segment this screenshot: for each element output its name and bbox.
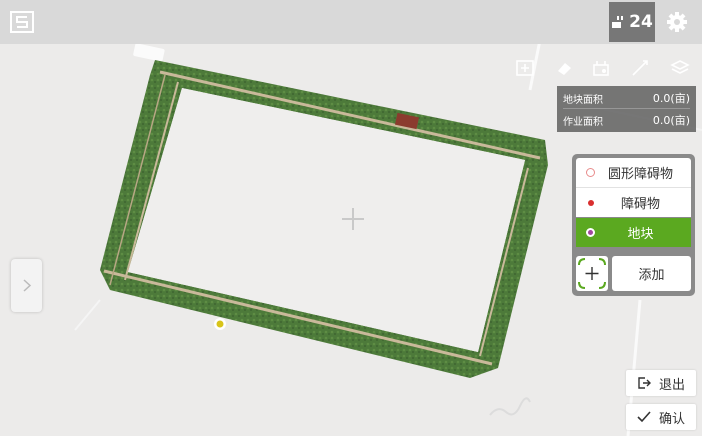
work-area-row: 作业面积 0.0(亩) — [563, 110, 690, 130]
rtk-status[interactable]: 24 — [609, 2, 655, 42]
type-obstacle-label: 障碍物 — [620, 197, 660, 212]
plot-area-value: 0.0 — [652, 92, 671, 105]
app-window: 24 地块面积 0.0(亩) 作业面积 0.0(亩) 圆形障碍物 障碍物 地块 … — [0, 0, 702, 436]
plot-area-value-group: 0.0(亩) — [653, 90, 690, 106]
exit-label: 退出 — [658, 377, 685, 393]
type-plot-label: 地块 — [627, 227, 654, 242]
layers-icon[interactable] — [668, 57, 692, 79]
app-logo-icon[interactable] — [8, 10, 36, 34]
confirm-label: 确认 — [658, 411, 685, 427]
top-bar: 24 — [0, 0, 702, 44]
work-area-unit: (亩) — [670, 114, 690, 127]
point-type-panel: 圆形障碍物 障碍物 地块 添加 — [572, 154, 695, 296]
confirm-button[interactable]: 确认 — [626, 404, 696, 430]
eraser-icon[interactable] — [552, 57, 576, 79]
checkmark-icon — [637, 411, 651, 423]
exit-icon — [638, 377, 651, 389]
type-circle-obstacle[interactable]: 圆形障碍物 — [576, 158, 691, 188]
ruler-icon[interactable] — [628, 57, 652, 79]
type-circle-obstacle-label: 圆形障碍物 — [607, 167, 673, 182]
work-area-value: 0.0 — [652, 114, 671, 127]
crosshair-icon — [578, 258, 606, 289]
rtk-satellite-count: 24 — [629, 12, 653, 32]
type-plot[interactable]: 地块 — [576, 218, 691, 247]
area-info-panel: 地块面积 0.0(亩) 作业面积 0.0(亩) — [557, 86, 696, 132]
work-area-value-group: 0.0(亩) — [653, 112, 690, 128]
side-panel-handle[interactable] — [11, 259, 42, 312]
satellite-signal-icon — [612, 16, 624, 28]
plot-area-unit: (亩) — [670, 92, 690, 105]
plot-area-row: 地块面积 0.0(亩) — [563, 88, 690, 109]
gear-icon[interactable] — [664, 9, 690, 35]
center-location-button[interactable] — [576, 256, 608, 291]
rtk-device-icon[interactable] — [589, 57, 613, 79]
plot-area-label: 地块面积 — [563, 94, 603, 106]
add-point-icon[interactable] — [513, 57, 537, 79]
work-area-label: 作业面积 — [563, 116, 603, 128]
type-obstacle[interactable]: 障碍物 — [576, 188, 691, 217]
exit-button[interactable]: 退出 — [626, 370, 696, 396]
add-button[interactable]: 添加 — [612, 256, 691, 291]
